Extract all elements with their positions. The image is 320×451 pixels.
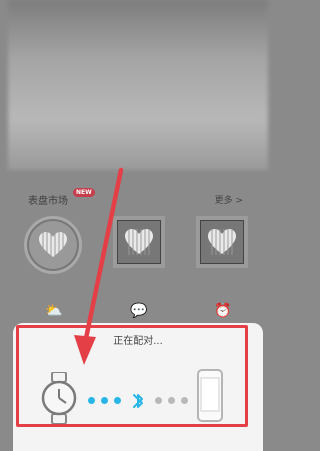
market-title: 表盘市场 <box>28 196 68 207</box>
watch-face-square-2[interactable] <box>196 216 248 268</box>
watch-icon <box>41 372 77 424</box>
progress-dot <box>155 397 162 404</box>
progress-dot <box>88 397 95 404</box>
more-link[interactable]: 更多 > <box>215 193 243 206</box>
progress-dot <box>101 397 108 404</box>
progress-dot <box>168 397 175 404</box>
alarm-clock-icon[interactable]: ⏰ <box>214 303 231 319</box>
background-preview <box>8 0 268 170</box>
watch-face-square-1[interactable] <box>113 216 165 268</box>
message-icon[interactable]: 💬 <box>130 303 147 319</box>
bluetooth-icon <box>133 394 143 408</box>
watch-face-circle[interactable] <box>24 216 82 274</box>
progress-dot <box>181 397 188 404</box>
pairing-status: 正在配对... <box>113 336 163 347</box>
progress-dot <box>114 397 121 404</box>
heart-icon <box>125 229 153 255</box>
phone-icon <box>197 369 223 422</box>
heart-icon <box>39 232 67 258</box>
weather-icon[interactable]: ⛅ <box>45 303 62 319</box>
heart-icon <box>208 229 236 255</box>
new-badge: NEW <box>73 188 95 197</box>
